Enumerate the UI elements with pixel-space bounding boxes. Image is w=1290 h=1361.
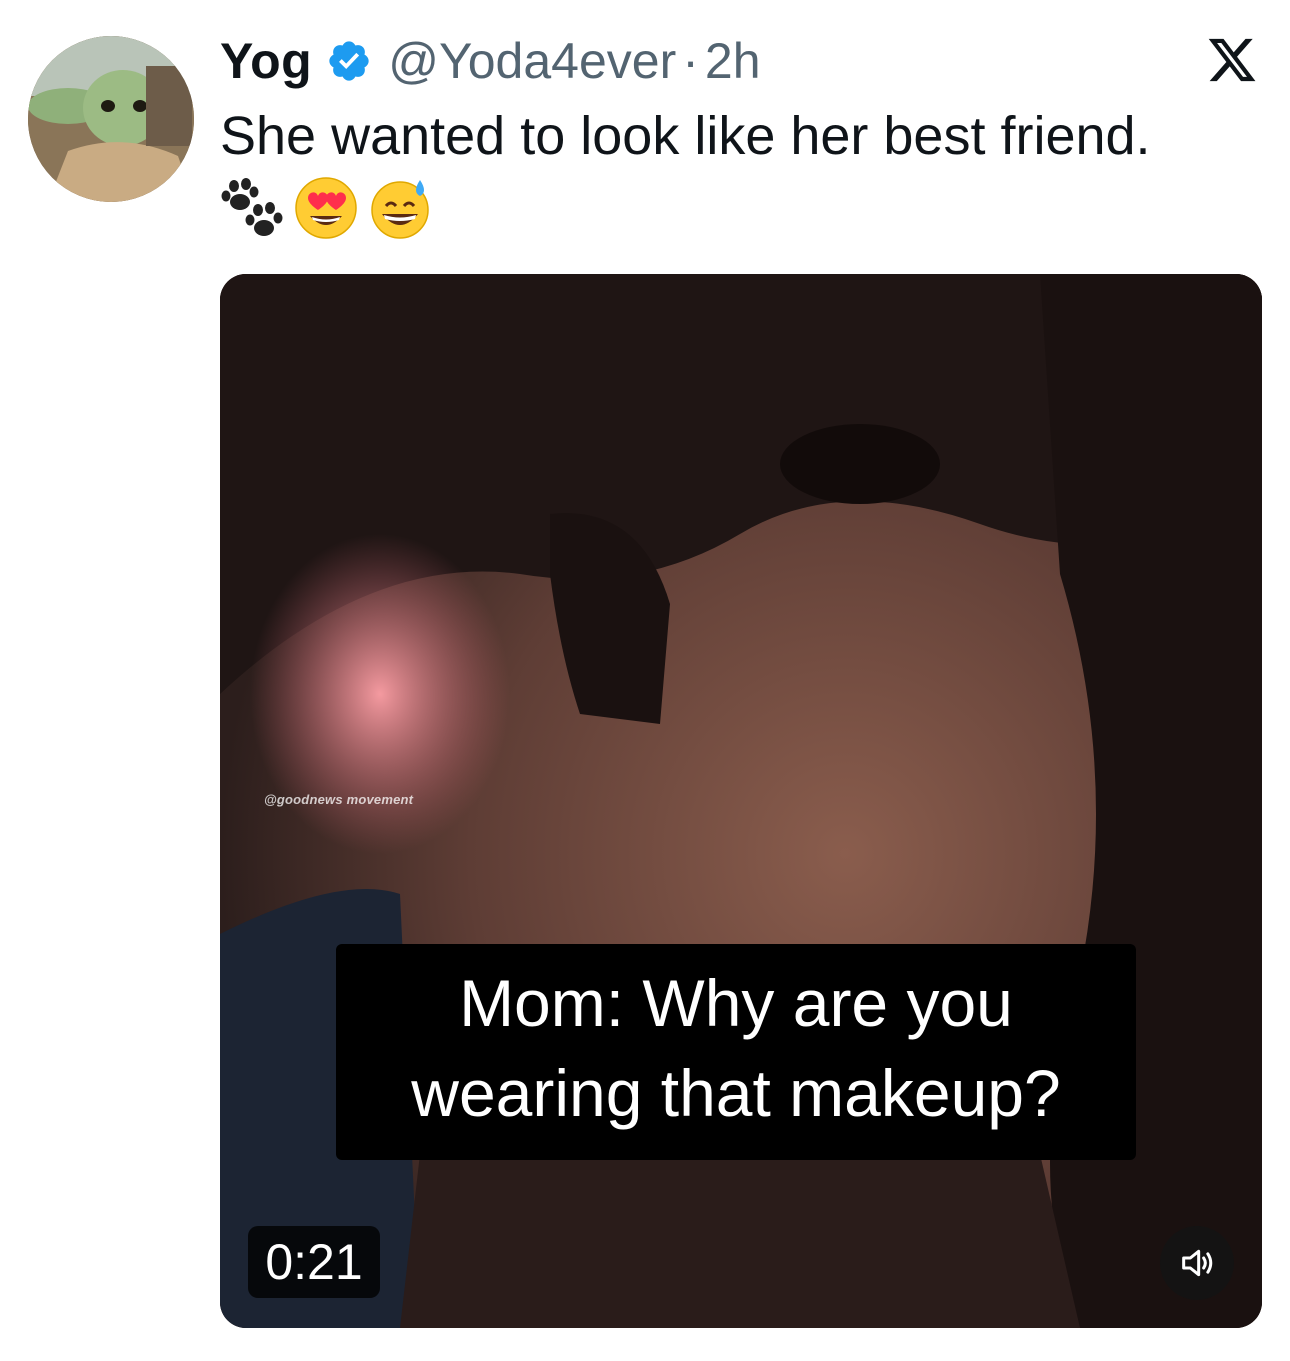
tweet-header: Yog @Yoda4ever · 2h: [220, 30, 761, 92]
separator-dot: ·: [682, 33, 699, 89]
grinning-sweat-emoji: [371, 180, 429, 239]
video-duration: 0:21: [248, 1226, 380, 1298]
avatar-image: [28, 36, 194, 202]
volume-button[interactable]: [1160, 1226, 1234, 1300]
timestamp[interactable]: 2h: [705, 32, 761, 90]
x-logo-icon: [1208, 38, 1256, 82]
tweet-text: She wanted to look like her best friend.: [220, 106, 1151, 166]
verified-badge-icon: [329, 41, 369, 81]
speaker-icon: [1182, 1249, 1213, 1277]
video-player[interactable]: @goodnews movement Mom: Why are you wear…: [220, 274, 1262, 1328]
caption-line-1: Mom: Why are you: [459, 966, 1013, 1040]
caption-line-2: wearing that makeup?: [411, 1056, 1061, 1130]
paw-prints-emoji: [221, 178, 283, 236]
heart-eyes-emoji: [295, 177, 357, 239]
author-name[interactable]: Yog: [220, 32, 312, 90]
video-caption: Mom: Why are you wearing that makeup?: [336, 944, 1136, 1160]
author-handle[interactable]: @Yoda4ever: [388, 32, 676, 90]
video-watermark: @goodnews movement: [264, 792, 414, 807]
avatar[interactable]: [28, 36, 194, 202]
emoji-row: [220, 176, 442, 240]
